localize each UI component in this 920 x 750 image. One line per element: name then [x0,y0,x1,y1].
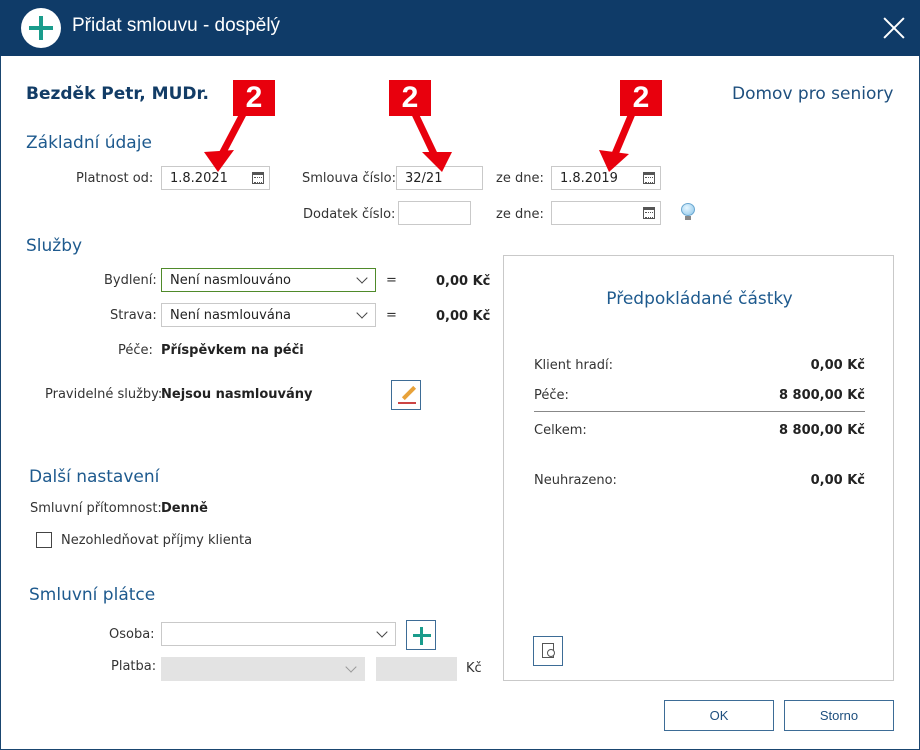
estimate-row-label: Klient hradí: [534,358,614,373]
add-payer-button[interactable] [406,620,436,650]
add-icon [413,627,431,645]
addendum-number-field[interactable] [398,201,471,225]
regular-services-label: Pravidelné služby: [45,387,163,402]
organization-name: Domov pro seniory [732,84,894,104]
payer-person-select[interactable] [161,622,396,646]
food-select[interactable]: Není nasmlouvána [161,303,376,327]
presence-label: Smluvní přítomnost: [30,501,162,516]
food-amount: 0,00 Kč [436,309,491,324]
food-selected-value: Není nasmlouvána [170,308,292,323]
annotation-arrow [204,111,247,172]
title-bar: Přidat smlouvu - dospělý [0,0,920,56]
housing-selected-value: Není nasmlouváno [170,273,292,288]
add-icon [21,8,61,48]
estimate-row-label: Péče: [534,388,569,403]
client-name: Bezděk Petr, MUDr. [26,84,209,104]
divider [534,411,865,412]
housing-label: Bydlení: [104,273,157,288]
chevron-down-icon [356,272,368,284]
cancel-button[interactable]: Storno [784,700,894,731]
payment-amount-field[interactable] [376,657,457,681]
estimate-row-label: Celkem: [534,423,587,438]
housing-select[interactable]: Není nasmlouváno [161,268,376,292]
estimate-row-value: 0,00 Kč [810,473,865,488]
estimate-row-value: 8 800,00 Kč [778,423,865,438]
estimate-title: Předpokládané částky [606,289,793,309]
chevron-down-icon [376,626,388,638]
section-title-payer: Smluvní plátce [29,585,156,605]
presence-value: Denně [161,501,208,516]
regular-services-value: Nejsou nasmlouvány [161,387,313,402]
payment-label: Platba: [111,659,157,674]
contract-date-label: ze dne: [496,171,544,186]
window-title: Přidat smlouvu - dospělý [72,15,281,36]
annotation-arrow [411,111,452,172]
ignore-income-label: Nezohledňovat příjmy klienta [61,533,253,548]
food-equals: = [386,308,397,323]
food-label: Strava: [110,308,157,323]
annotation-arrow [599,111,636,172]
chevron-down-icon [356,307,368,319]
close-icon[interactable] [883,17,905,39]
housing-equals: = [386,273,397,288]
ok-button[interactable]: OK [664,700,774,731]
payer-person-label: Osoba: [109,627,155,642]
addendum-date-field[interactable] [551,201,661,225]
addendum-date-label: ze dne: [496,207,544,222]
addendum-number-label: Dodatek číslo: [303,207,396,222]
valid-from-label: Platnost od: [76,171,154,186]
currency-label: Kč [466,661,482,676]
section-title-other: Další nastavení [29,467,160,487]
contract-number-label: Smlouva číslo: [302,171,396,186]
section-title-services: Služby [26,236,83,256]
ignore-income-checkbox[interactable] [36,532,52,548]
estimate-row-value: 8 800,00 Kč [778,388,865,403]
care-label: Péče: [118,343,153,358]
estimate-row-value: 0,00 Kč [810,358,865,373]
preview-button[interactable] [533,636,563,666]
estimate-panel: Předpokládané částky Klient hradí: 0,00 … [503,255,894,681]
calendar-icon[interactable] [643,207,655,219]
chevron-down-icon [345,661,357,673]
lightbulb-icon[interactable] [681,203,695,221]
housing-amount: 0,00 Kč [436,274,491,289]
payment-select[interactable] [161,657,365,681]
pencil-icon [398,385,417,405]
estimate-row-label: Neuhrazeno: [534,473,617,488]
edit-regular-services-button[interactable] [391,380,421,410]
section-title-basic: Základní údaje [26,133,152,153]
care-value: Příspěvkem na péči [161,343,304,358]
